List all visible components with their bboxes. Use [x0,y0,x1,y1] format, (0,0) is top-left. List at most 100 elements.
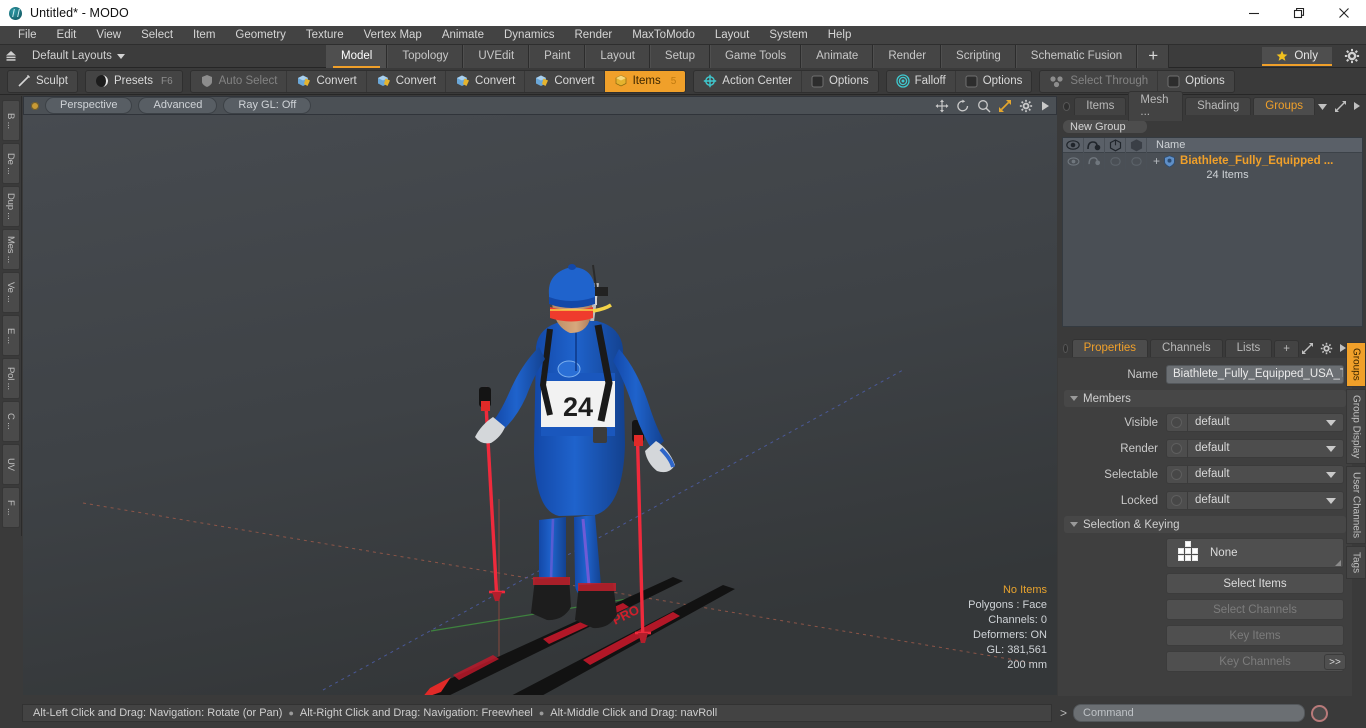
viewport-projection-button[interactable]: Perspective [45,97,133,114]
tool-convert-vertex[interactable]: Convert [287,70,367,92]
record-icon[interactable] [1311,704,1329,722]
tool-auto-select[interactable]: Auto Select [191,70,288,92]
menu-render[interactable]: Render [564,26,622,45]
menu-geometry[interactable]: Geometry [225,26,296,45]
side-tab-groups[interactable]: Groups [1346,342,1366,387]
tool-sculpt[interactable]: Sculpt [8,71,77,92]
side-tab-group-display[interactable]: Group Display [1346,388,1366,465]
tool-select-through-options[interactable]: Options [1158,71,1234,92]
tab-animate[interactable]: Animate [801,44,874,68]
visible-dropdown[interactable]: default [1166,413,1344,432]
menu-texture[interactable]: Texture [296,26,354,45]
left-tab-0[interactable]: B ... [1,100,20,141]
menu-edit[interactable]: Edit [47,26,87,45]
left-tab-5[interactable]: E ... [1,315,20,356]
tab-layout[interactable]: Layout [585,44,650,68]
new-group-button[interactable]: New Group [1062,119,1148,134]
left-tab-4[interactable]: Ve ... [1,272,20,313]
tool-select-through[interactable]: Select Through [1040,70,1159,92]
tool-convert-edge[interactable]: Convert [367,70,447,92]
side-tab-user-channels[interactable]: User Channels [1346,466,1366,545]
row-expander[interactable]: + [1147,154,1163,168]
tab-paint[interactable]: Paint [529,44,586,68]
only-button[interactable]: Only [1262,47,1332,66]
left-tab-7[interactable]: C ... [1,401,20,442]
zoom-icon[interactable] [977,99,991,113]
left-tab-8[interactable]: UV [1,444,20,485]
row-locked-toggle[interactable] [1126,153,1147,169]
expand-more-button[interactable]: >> [1324,654,1346,670]
menu-help[interactable]: Help [818,26,862,45]
properties-gear-icon[interactable] [1320,342,1333,355]
selection-keying-section-header[interactable]: Selection & Keying [1064,516,1346,533]
menu-maxtomodo[interactable]: MaxToModo [622,26,705,45]
properties-menu-dot-icon[interactable] [1064,344,1067,352]
viewport-shading-button[interactable]: Advanced [138,97,218,114]
tool-action-center[interactable]: Action Center [694,70,802,92]
locked-dropdown[interactable]: default [1166,491,1344,510]
tab-schematic-fusion[interactable]: Schematic Fusion [1015,44,1138,68]
left-tab-6[interactable]: Pol ... [1,358,20,399]
tab-channels[interactable]: Channels [1150,339,1223,357]
expand-properties-icon[interactable] [1301,342,1314,355]
tab-scripting[interactable]: Scripting [941,44,1016,68]
row-visible-toggle[interactable] [1063,153,1084,169]
render-dropdown[interactable]: default [1166,439,1344,458]
row-selectable-toggle[interactable] [1105,153,1126,169]
gear-icon[interactable] [1019,99,1033,113]
tab-shading[interactable]: Shading [1185,97,1252,115]
left-tab-1[interactable]: De ... [1,143,20,184]
row-render-toggle[interactable] [1084,153,1105,169]
tab-topology[interactable]: Topology [387,44,464,68]
tool-falloff[interactable]: Falloff [887,70,956,92]
fit-icon[interactable] [998,99,1012,113]
tab-mesh[interactable]: Mesh ... [1128,91,1184,121]
menu-item[interactable]: Item [183,26,225,45]
selection-set-picker[interactable]: None [1166,538,1344,568]
play-icon[interactable] [1040,100,1050,112]
maximize-icon[interactable] [1276,0,1321,26]
home-icon[interactable] [0,50,22,63]
menu-animate[interactable]: Animate [432,26,494,45]
menu-layout[interactable]: Layout [705,26,760,45]
viewport-raygl-button[interactable]: Ray GL: Off [223,97,312,114]
expand-panel-icon[interactable] [1334,100,1347,113]
panel-menu-dot-icon[interactable] [1064,102,1070,110]
tab-uvedit[interactable]: UVEdit [463,44,530,68]
minimize-icon[interactable] [1231,0,1276,26]
settings-gear-icon[interactable] [1344,48,1360,64]
menu-select[interactable]: Select [131,26,183,45]
tab-properties[interactable]: Properties [1071,339,1149,357]
properties-add-tab[interactable]: + [1274,339,1299,357]
tab-setup[interactable]: Setup [649,44,710,68]
chevron-down-icon[interactable] [1317,102,1328,111]
command-input[interactable]: Command [1073,704,1306,722]
panel-more-icon[interactable] [1353,101,1361,111]
tab-items[interactable]: Items [1074,97,1127,115]
tool-falloff-options[interactable]: Options [956,71,1032,92]
tab-groups[interactable]: Groups [1253,97,1315,115]
name-field[interactable]: Biathlete_Fully_Equipped_USA_T [1166,365,1344,384]
tab-game-tools[interactable]: Game Tools [709,44,802,68]
move-icon[interactable] [935,99,949,113]
default-layouts-dropdown[interactable]: Default Layouts [22,50,131,62]
members-section-header[interactable]: Members [1064,390,1346,407]
tab-lists[interactable]: Lists [1224,339,1273,357]
table-row[interactable]: + Biathlete_Fully_Equipped ... [1063,153,1362,169]
menu-system[interactable]: System [759,26,817,45]
group-item-list[interactable]: Name + Biathlete_Fully_Equipped ... 24 I… [1062,137,1363,327]
left-tab-3[interactable]: Mes ... [1,229,20,270]
tool-presets[interactable]: Presets F6 [86,71,182,92]
close-icon[interactable] [1321,0,1366,26]
viewport-3d[interactable]: PRO 24 No Items Polygons: Face Channels… [23,115,1057,695]
tool-action-center-options[interactable]: Options [802,71,878,92]
left-tab-9[interactable]: F ... [1,487,20,528]
left-tab-2[interactable]: Dup ... [1,186,20,227]
menu-view[interactable]: View [86,26,131,45]
viewport-menu-dot-icon[interactable] [31,101,39,110]
selectable-dropdown[interactable]: default [1166,465,1344,484]
rotate-icon[interactable] [956,99,970,113]
select-items-button[interactable]: Select Items [1166,573,1344,594]
menu-vertex-map[interactable]: Vertex Map [354,26,432,45]
tool-convert-polygon[interactable]: Convert [446,70,526,92]
